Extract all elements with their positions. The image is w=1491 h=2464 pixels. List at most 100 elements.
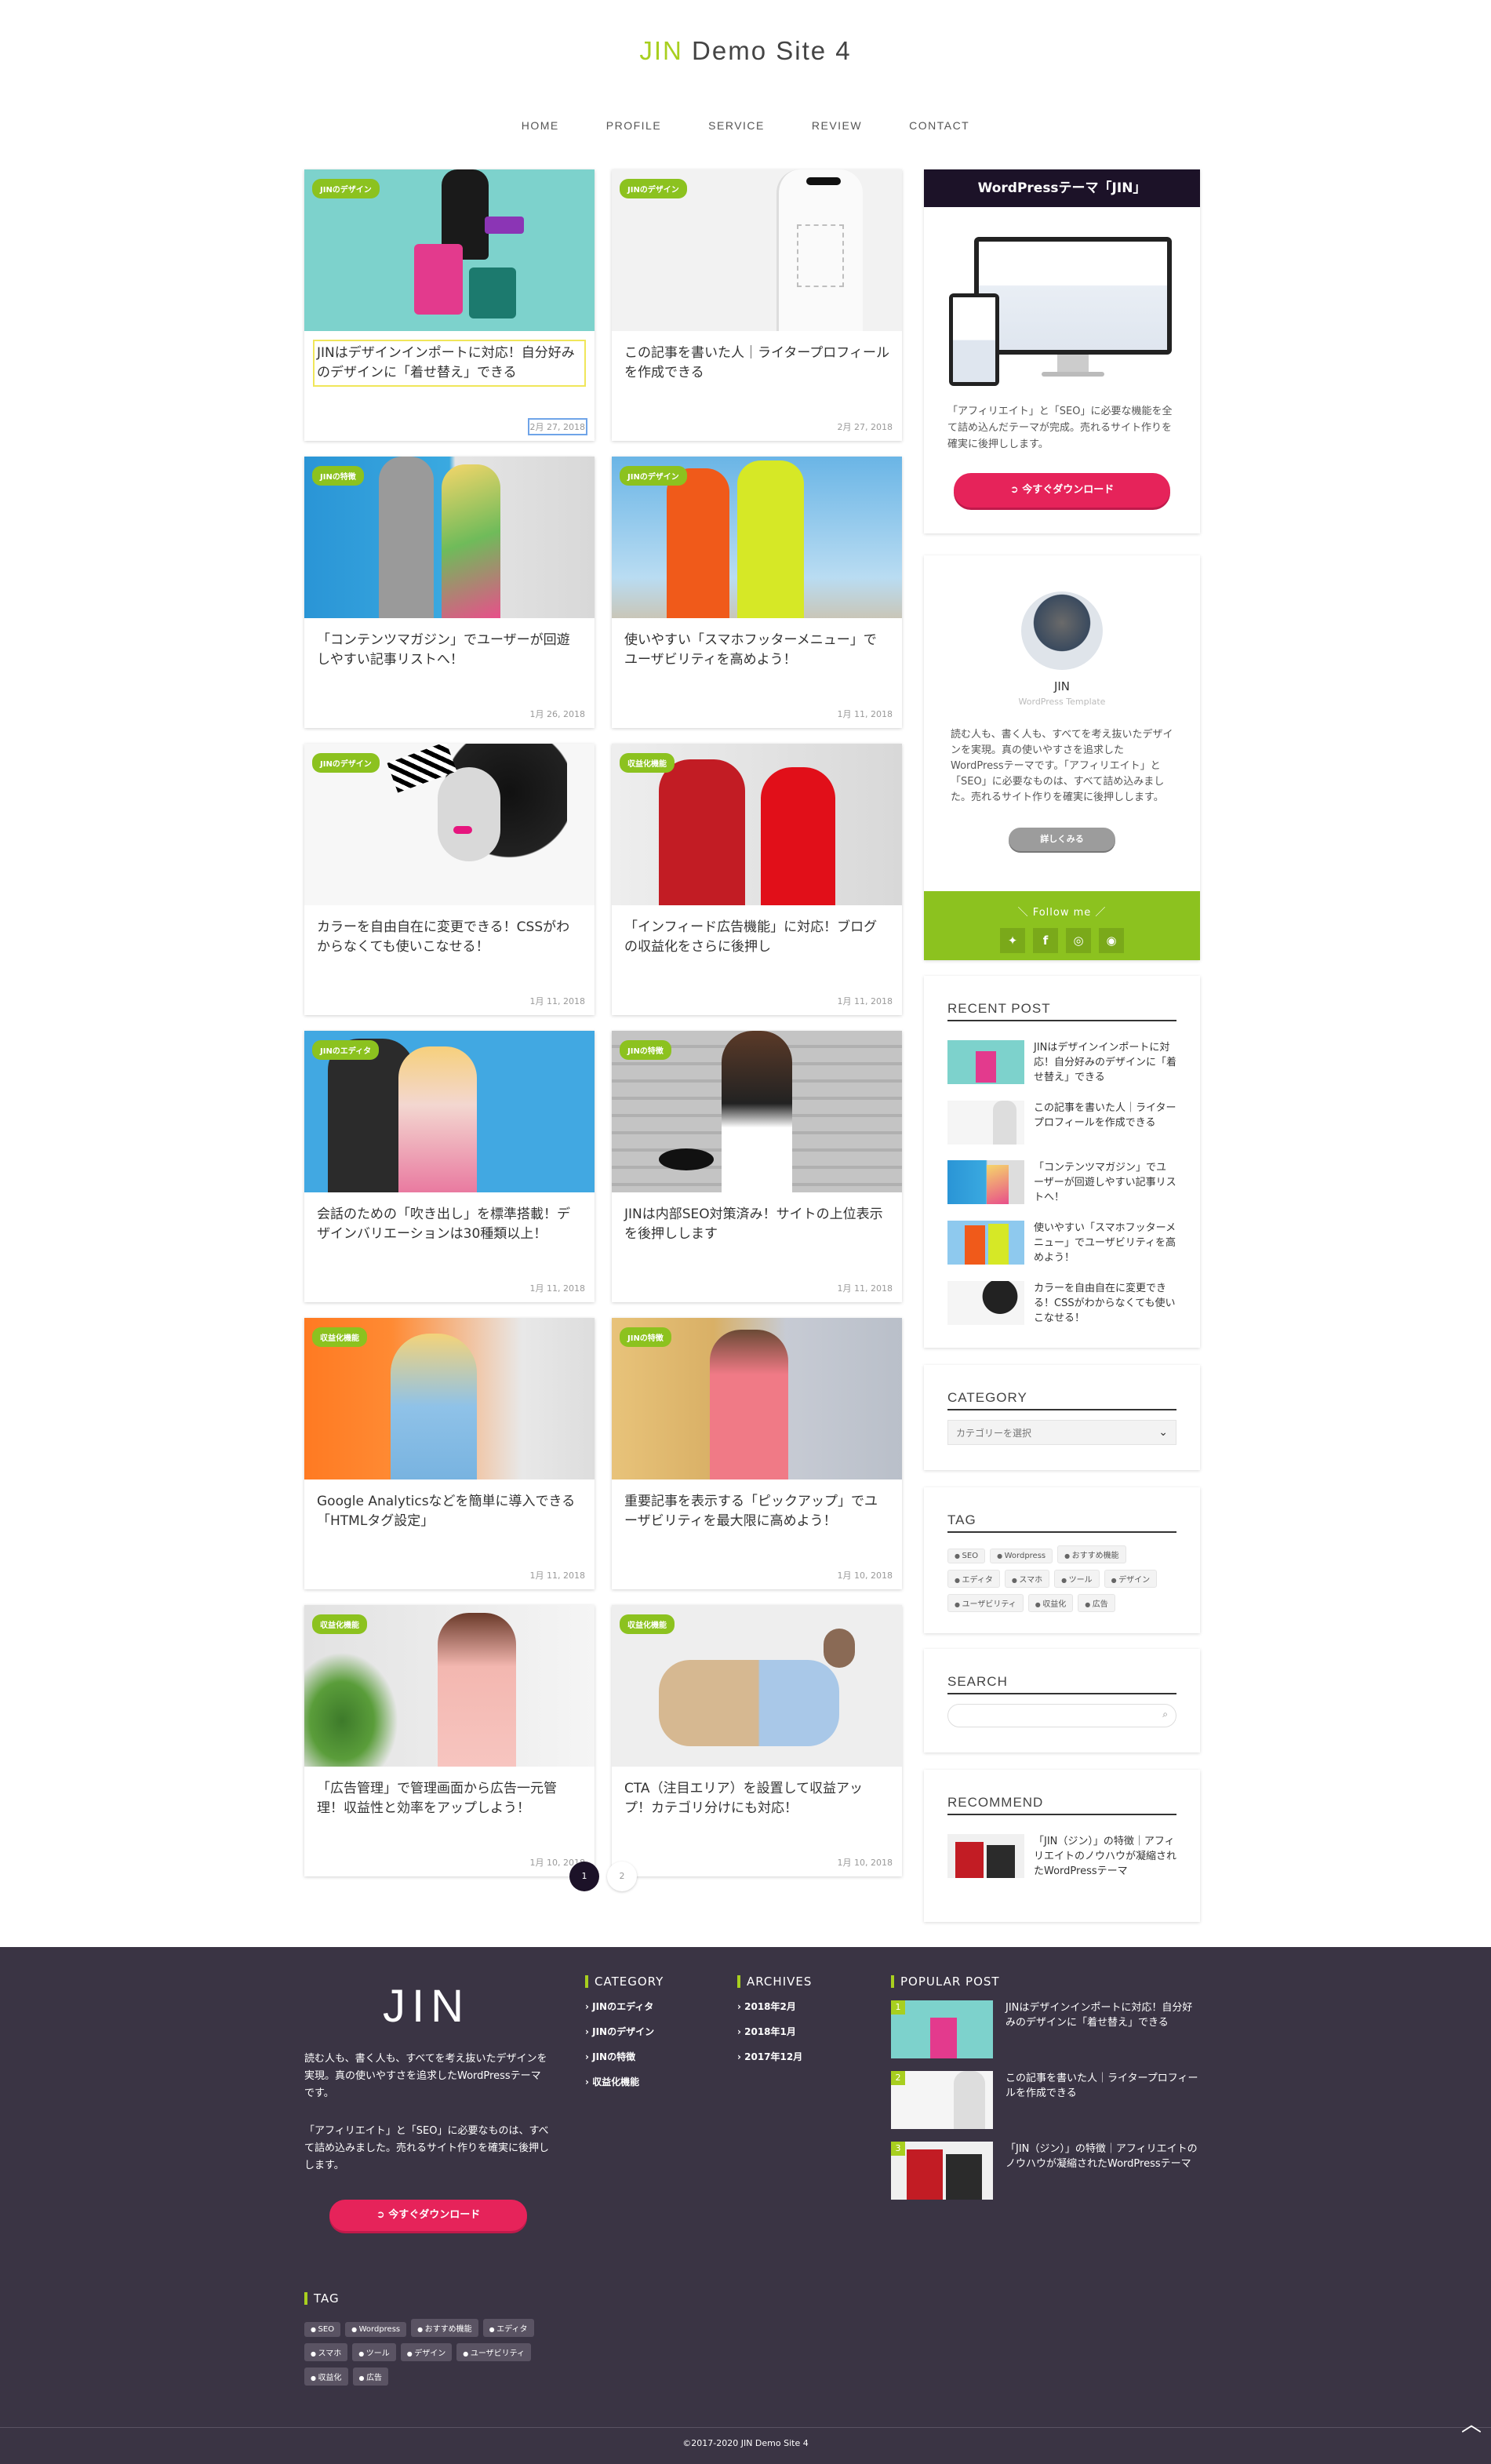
footer-tag-item[interactable]: おすすめ機能 <box>411 2319 478 2337</box>
footer-tag-item[interactable]: スマホ <box>304 2343 348 2361</box>
popular-post-thumb[interactable]: 3 <box>891 2142 993 2200</box>
line-icon[interactable]: ◉ <box>1099 928 1124 953</box>
recent-post-item[interactable]: JINはデザインインポートに対応！自分好みのデザインに「着せ替え」できる <box>947 1040 1176 1085</box>
tag-item[interactable]: おすすめ機能 <box>1057 1545 1126 1563</box>
post-title[interactable]: カラーを自由自在に変更できる！CSSがわからなくても使いこなせる！ <box>317 918 582 957</box>
footer-tag-item[interactable]: SEO <box>304 2322 341 2337</box>
recent-post-link[interactable]: 「コンテンツマガジン」でユーザーが回遊しやすい記事リストへ！ <box>1034 1160 1176 1205</box>
post-title[interactable]: CTA（注目エリア）を設置して収益アップ！カテゴリ分けにも対応！ <box>624 1779 889 1818</box>
category-badge[interactable]: JINのデザイン <box>620 179 687 198</box>
recent-post-item[interactable]: カラーを自由自在に変更できる！CSSがわからなくても使いこなせる！ <box>947 1281 1176 1326</box>
category-badge[interactable]: JINのエディタ <box>312 1040 380 1060</box>
recent-post-thumb[interactable] <box>947 1101 1024 1145</box>
footer-category-link[interactable]: 収益化機能 <box>585 2075 664 2088</box>
recent-post-item[interactable]: 「コンテンツマガジン」でユーザーが回遊しやすい記事リストへ！ <box>947 1160 1176 1205</box>
footer-logo[interactable]: JIN <box>383 1980 470 2033</box>
post-title[interactable]: 「コンテンツマガジン」でユーザーが回遊しやすい記事リストへ！ <box>317 631 582 670</box>
footer-tag-item[interactable]: ユーザビリティ <box>456 2343 532 2361</box>
footer-tag-item[interactable]: 収益化 <box>304 2368 348 2386</box>
tag-item[interactable]: エディタ <box>947 1570 1000 1588</box>
nav-profile[interactable]: PROFILE <box>606 119 661 132</box>
page-2[interactable]: 2 <box>607 1862 637 1891</box>
tag-item[interactable]: 広告 <box>1078 1594 1115 1612</box>
recent-post-thumb[interactable] <box>947 1281 1024 1325</box>
footer-category-link[interactable]: JINのエディタ <box>585 2000 664 2013</box>
post-thumbnail[interactable]: JINの特徴 <box>612 1031 902 1192</box>
footer-archive-link[interactable]: 2017年12月 <box>737 2050 812 2063</box>
nav-contact[interactable]: CONTACT <box>909 119 969 132</box>
post-card[interactable]: 収益化機能 「インフィード広告機能」に対応！ブログの収益化をさらに後押し 1月 … <box>612 744 902 1015</box>
category-badge[interactable]: 収益化機能 <box>312 1327 367 1347</box>
post-card[interactable]: 収益化機能 CTA（注目エリア）を設置して収益アップ！カテゴリ分けにも対応！ 1… <box>612 1605 902 1876</box>
recent-post-thumb[interactable] <box>947 1221 1024 1265</box>
popular-post-item[interactable]: 1 JINはデザインインポートに対応！自分好みのデザインに「着せ替え」できる <box>891 2000 1200 2060</box>
twitter-icon[interactable]: ✦ <box>1000 928 1025 953</box>
category-badge[interactable]: JINの特徴 <box>620 1040 671 1060</box>
post-title[interactable]: JINは内部SEO対策済み！サイトの上位表示を後押しします <box>624 1205 889 1244</box>
popular-post-item[interactable]: 2 この記事を書いた人｜ライタープロフィールを作成できる <box>891 2071 1200 2131</box>
post-title[interactable]: 「インフィード広告機能」に対応！ブログの収益化をさらに後押し <box>624 918 889 957</box>
post-title[interactable]: 会話のための「吹き出し」を標準搭載！デザインバリエーションは30種類以上！ <box>317 1205 582 1244</box>
nav-review[interactable]: REVIEW <box>812 119 862 132</box>
post-card[interactable]: JINのデザイン この記事を書いた人｜ライタープロフィールを作成できる 2月 2… <box>612 169 902 441</box>
nav-home[interactable]: HOME <box>522 119 559 132</box>
post-card[interactable]: 収益化機能 「広告管理」で管理画面から広告一元管理！収益性と効率をアップしよう！… <box>304 1605 595 1876</box>
tag-item[interactable]: Wordpress <box>990 1549 1053 1563</box>
tag-item[interactable]: ツール <box>1054 1570 1100 1588</box>
post-thumbnail[interactable]: 収益化機能 <box>304 1318 595 1479</box>
recent-post-thumb[interactable] <box>947 1040 1024 1084</box>
popular-post-item[interactable]: 3 「JIN（ジン）」の特徴｜アフィリエイトのノウハウが凝縮されたWordPre… <box>891 2142 1200 2201</box>
category-badge[interactable]: JINのデザイン <box>620 466 687 486</box>
footer-tag-item[interactable]: 広告 <box>352 2368 389 2386</box>
tag-item[interactable]: デザイン <box>1104 1570 1158 1588</box>
popular-post-thumb[interactable]: 2 <box>891 2071 993 2129</box>
post-title[interactable]: 重要記事を表示する「ピックアップ」でユーザビリティを最大限に高めよう！ <box>624 1492 889 1531</box>
post-title[interactable]: 「広告管理」で管理画面から広告一元管理！収益性と効率をアップしよう！ <box>317 1779 582 1818</box>
recent-post-item[interactable]: 使いやすい「スマホフッターメニュー」でユーザビリティを高めよう！ <box>947 1221 1176 1265</box>
footer-archive-link[interactable]: 2018年2月 <box>737 2000 812 2013</box>
post-title[interactable]: JINはデザインインポートに対応！自分好みのデザインに「着せ替え」できる <box>313 340 586 387</box>
post-thumbnail[interactable]: 収益化機能 <box>612 1605 902 1767</box>
recent-post-thumb[interactable] <box>947 1160 1024 1204</box>
category-badge[interactable]: 収益化機能 <box>620 753 675 773</box>
category-badge[interactable]: JINのデザイン <box>312 179 380 198</box>
footer-tag-item[interactable]: エディタ <box>482 2319 534 2337</box>
recent-post-link[interactable]: カラーを自由自在に変更できる！CSSがわからなくても使いこなせる！ <box>1034 1281 1176 1326</box>
facebook-icon[interactable]: f <box>1033 928 1058 953</box>
recommend-item[interactable]: 「JIN（ジン）」の特徴｜アフィリエイトのノウハウが凝縮されたWordPress… <box>947 1834 1176 1879</box>
instagram-icon[interactable]: ◎ <box>1066 928 1091 953</box>
post-card[interactable]: JINのデザイン JINはデザインインポートに対応！自分好みのデザインに「着せ替… <box>304 169 595 441</box>
recent-post-link[interactable]: この記事を書いた人｜ライタープロフィールを作成できる <box>1034 1101 1176 1145</box>
post-card[interactable]: JINのエディタ 会話のための「吹き出し」を標準搭載！デザインバリエーションは3… <box>304 1031 595 1302</box>
footer-archive-link[interactable]: 2018年1月 <box>737 2025 812 2038</box>
post-thumbnail[interactable]: JINの特徴 <box>304 457 595 618</box>
post-thumbnail[interactable]: JINのデザイン <box>304 744 595 905</box>
post-card[interactable]: JINの特徴 JINは内部SEO対策済み！サイトの上位表示を後押しします 1月 … <box>612 1031 902 1302</box>
post-thumbnail[interactable]: JINのエディタ <box>304 1031 595 1192</box>
footer-tag-item[interactable]: Wordpress <box>345 2322 407 2337</box>
post-card[interactable]: 収益化機能 Google Analyticsなどを簡単に導入できる「HTMLタグ… <box>304 1318 595 1589</box>
tag-item[interactable]: SEO <box>947 1549 986 1563</box>
recommend-link[interactable]: 「JIN（ジン）」の特徴｜アフィリエイトのノウハウが凝縮されたWordPress… <box>1034 1834 1176 1879</box>
popular-post-link[interactable]: JINはデザインインポートに対応！自分好みのデザインに「着せ替え」できる <box>1006 2000 1200 2060</box>
profile-more-button[interactable]: 詳しくみる <box>1009 828 1115 851</box>
post-thumbnail[interactable]: JINの特徴 <box>612 1318 902 1479</box>
category-badge[interactable]: JINの特徴 <box>620 1327 671 1347</box>
nav-service[interactable]: SERVICE <box>708 119 765 132</box>
footer-tag-item[interactable]: ツール <box>352 2343 396 2361</box>
post-thumbnail[interactable]: 収益化機能 <box>304 1605 595 1767</box>
category-badge[interactable]: JINの特徴 <box>312 466 364 486</box>
post-title[interactable]: Google Analyticsなどを簡単に導入できる「HTMLタグ設定」 <box>317 1492 582 1531</box>
page-1[interactable]: 1 <box>569 1862 599 1891</box>
post-thumbnail[interactable]: JINのデザイン <box>612 169 902 331</box>
footer-download-button[interactable]: ➲ 今すぐダウンロード <box>329 2200 527 2231</box>
tag-item[interactable]: ユーザビリティ <box>947 1594 1024 1612</box>
popular-post-thumb[interactable]: 1 <box>891 2000 993 2058</box>
footer-category-link[interactable]: JINのデザイン <box>585 2025 664 2038</box>
category-badge[interactable]: 収益化機能 <box>620 1614 675 1634</box>
category-select[interactable]: カテゴリーを選択 ⌄ <box>947 1420 1176 1445</box>
search-icon[interactable]: ⌕ <box>1162 1709 1168 1720</box>
post-thumbnail[interactable]: JINのデザイン <box>304 169 595 331</box>
post-card[interactable]: JINの特徴 重要記事を表示する「ピックアップ」でユーザビリティを最大限に高めよ… <box>612 1318 902 1589</box>
footer-category-link[interactable]: JINの特徴 <box>585 2050 664 2063</box>
